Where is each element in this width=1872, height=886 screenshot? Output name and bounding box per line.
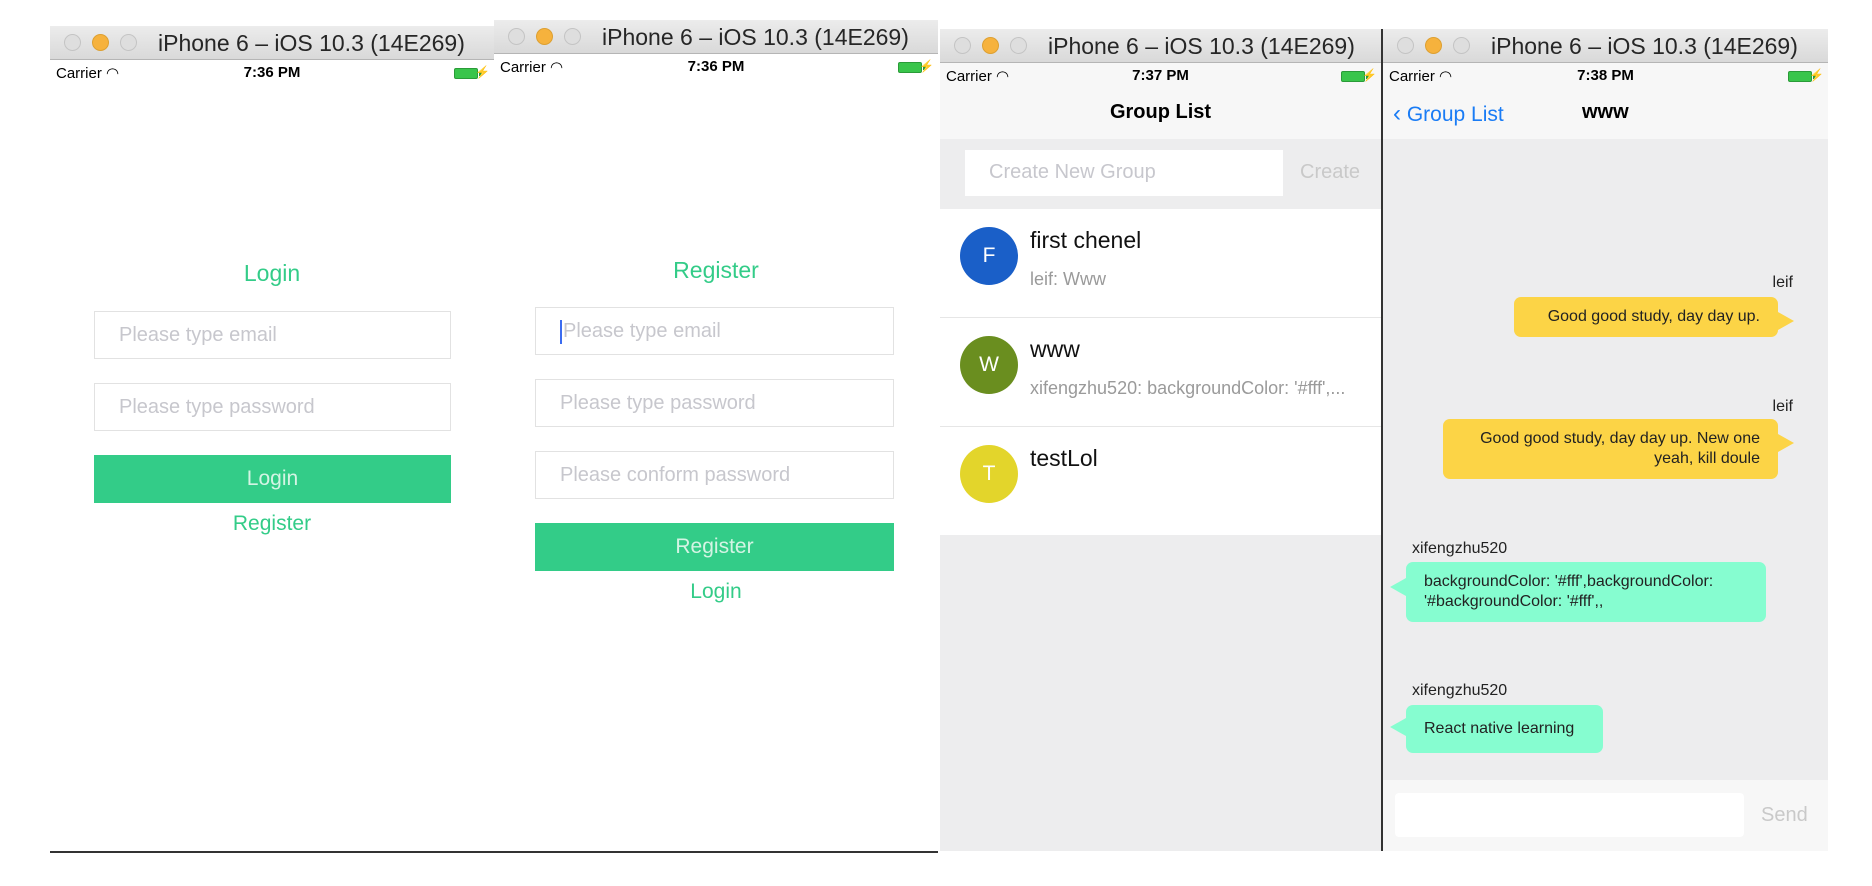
zoom-window-button[interactable] <box>564 28 581 45</box>
login-heading: Login <box>243 260 301 286</box>
close-window-button[interactable] <box>64 34 81 51</box>
minimize-window-button[interactable] <box>1425 37 1442 54</box>
chevron-left-icon: ‹ <box>1393 100 1401 127</box>
simulator-window-group-list: iPhone 6 – iOS 10.3 (14E269) Carrier ◠ 7… <box>940 29 1383 851</box>
message-input-bar: Send <box>1383 780 1828 851</box>
close-window-button[interactable] <box>954 37 971 54</box>
group-name: testLol <box>1030 445 1098 471</box>
zoom-window-button[interactable] <box>1010 37 1027 54</box>
group-name: www <box>1030 336 1080 362</box>
status-bar: Carrier ◠ 7:37 PM ⚡ <box>940 63 1381 87</box>
bubble-tail <box>1390 578 1406 596</box>
group-name: first chenel <box>1030 227 1142 253</box>
window-titlebar[interactable]: iPhone 6 – iOS 10.3 (14E269) <box>940 29 1381 63</box>
bubble-tail <box>1390 718 1406 736</box>
group-list-item[interactable]: T testLol <box>940 427 1381 535</box>
minimize-window-button[interactable] <box>982 37 999 54</box>
group-last-message: leif: Www <box>1030 269 1106 289</box>
charging-icon: ⚡ <box>1809 68 1824 82</box>
message-bubble[interactable]: Good good study, day day up. New one yea… <box>1443 419 1778 479</box>
message-input[interactable] <box>1395 793 1744 837</box>
back-button[interactable]: ‹ Group List <box>1393 100 1504 128</box>
window-titlebar[interactable]: iPhone 6 – iOS 10.3 (14E269) <box>50 26 494 60</box>
navigation-bar: ‹ Group List www <box>1383 87 1828 139</box>
nav-title: www <box>1582 101 1629 123</box>
message-bubble[interactable]: React native learning <box>1406 705 1603 753</box>
status-bar: Carrier ◠ 7:36 PM ⚡ <box>50 60 494 84</box>
minimize-window-button[interactable] <box>536 28 553 45</box>
navigation-bar: Group List <box>940 87 1381 139</box>
group-avatar: T <box>960 445 1018 503</box>
status-time: 7:37 PM <box>1132 67 1189 84</box>
password-field[interactable]: Please type password <box>535 379 894 427</box>
minimize-window-button[interactable] <box>92 34 109 51</box>
simulator-window-chat: iPhone 6 – iOS 10.3 (14E269) Carrier ◠ 7… <box>1383 29 1828 851</box>
status-bar: Carrier ◠ 7:38 PM ⚡ <box>1383 63 1828 87</box>
group-last-message: xifengzhu520: backgroundColor: '#fff',..… <box>1030 378 1346 398</box>
email-field[interactable]: Please type email <box>535 307 894 355</box>
message-sender: xifengzhu520 <box>1412 682 1508 699</box>
group-list-item[interactable]: W www xifengzhu520: backgroundColor: '#f… <box>940 318 1381 427</box>
close-window-button[interactable] <box>508 28 525 45</box>
register-button[interactable]: Register <box>535 523 894 571</box>
create-group-bar: Create New Group Create <box>940 139 1381 209</box>
zoom-window-button[interactable] <box>120 34 137 51</box>
simulator-window-register: iPhone 6 – iOS 10.3 (14E269) Carrier ◠ 7… <box>494 20 938 853</box>
window-titlebar[interactable]: iPhone 6 – iOS 10.3 (14E269) <box>494 20 938 54</box>
window-titlebar[interactable]: iPhone 6 – iOS 10.3 (14E269) <box>1383 29 1828 63</box>
close-window-button[interactable] <box>1397 37 1414 54</box>
charging-icon: ⚡ <box>1362 68 1377 82</box>
new-group-input[interactable]: Create New Group <box>965 150 1283 196</box>
window-title: iPhone 6 – iOS 10.3 (14E269) <box>1048 33 1355 59</box>
login-link[interactable]: Login <box>494 580 938 604</box>
group-list-item[interactable]: F first chenel leif: Www <box>940 209 1381 318</box>
confirm-password-field[interactable]: Please conform password <box>535 451 894 499</box>
bubble-tail <box>1778 312 1794 330</box>
create-group-button[interactable]: Create <box>1300 161 1360 184</box>
message-bubble[interactable]: backgroundColor: '#fff',backgroundColor:… <box>1406 562 1766 622</box>
status-time: 7:38 PM <box>1577 67 1634 84</box>
message-bubble[interactable]: Good good study, day day up. <box>1514 297 1778 337</box>
login-button[interactable]: Login <box>94 455 451 503</box>
group-avatar: F <box>960 227 1018 285</box>
message-sender: leif <box>1772 274 1793 291</box>
status-bar: Carrier ◠ 7:36 PM ⚡ <box>494 54 938 78</box>
register-heading: Register <box>673 257 759 283</box>
message-sender: xifengzhu520 <box>1412 540 1508 557</box>
charging-icon: ⚡ <box>475 65 490 79</box>
group-avatar: W <box>960 336 1018 394</box>
text-cursor <box>560 319 562 344</box>
bubble-tail <box>1778 434 1794 452</box>
email-field[interactable]: Please type email <box>94 311 451 359</box>
message-sender: leif <box>1772 398 1793 415</box>
nav-title: Group List <box>1109 101 1212 123</box>
status-time: 7:36 PM <box>243 64 301 81</box>
window-title: iPhone 6 – iOS 10.3 (14E269) <box>602 24 909 50</box>
password-field[interactable]: Please type password <box>94 383 451 431</box>
charging-icon: ⚡ <box>919 59 934 73</box>
register-link[interactable]: Register <box>50 512 494 536</box>
simulator-window-login: iPhone 6 – iOS 10.3 (14E269) Carrier ◠ 7… <box>50 26 494 853</box>
zoom-window-button[interactable] <box>1453 37 1470 54</box>
window-title: iPhone 6 – iOS 10.3 (14E269) <box>158 30 465 56</box>
send-button[interactable]: Send <box>1761 804 1808 827</box>
window-title: iPhone 6 – iOS 10.3 (14E269) <box>1491 33 1798 59</box>
status-time: 7:36 PM <box>687 58 745 75</box>
